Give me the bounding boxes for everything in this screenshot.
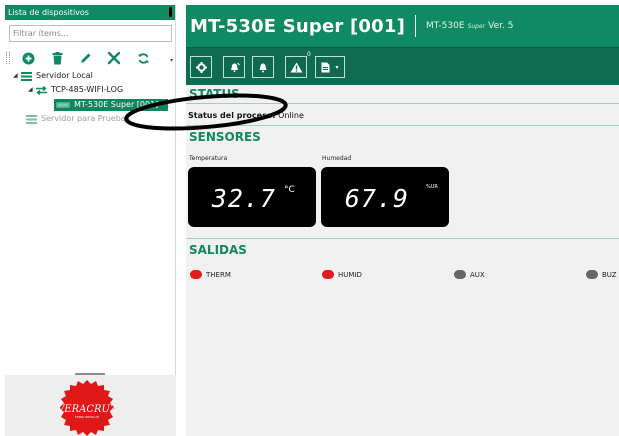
veracruz-logo: VERACRUZ TIENDA VIRTUAL DE [58, 380, 116, 436]
output-led-on [190, 270, 202, 279]
humidity-unit: %UR [426, 184, 438, 190]
warning-count-badge: 0 [307, 51, 311, 58]
device-toolbar: ▾ [5, 46, 175, 70]
humidity-value: 67.9 [344, 184, 409, 213]
panel-title: Lista de dispositivos [5, 5, 175, 20]
output-label: BUZ [602, 270, 617, 279]
sensors-heading: SENSORES [189, 130, 261, 144]
temperature-display: 32.7 °C [188, 167, 316, 227]
output-led-off [454, 270, 466, 279]
output-label: HUMID [338, 270, 362, 279]
tree-item-servidor-pruebas[interactable]: Servidor para Pruebas [26, 113, 130, 125]
temperature-unit: °C [284, 185, 295, 195]
logo-area: VERACRUZ TIENDA VIRTUAL DE [5, 375, 176, 436]
edit-icon[interactable] [77, 50, 93, 66]
filter-input[interactable] [9, 25, 172, 42]
gear-icon [195, 61, 207, 73]
outputs-divider [186, 238, 619, 239]
tree-item-label: Servidor para Pruebas [41, 114, 130, 123]
status-heading: STATUS [189, 87, 240, 101]
toolbar-overflow-icon[interactable]: ▾ [170, 57, 173, 64]
device-detail-panel: MT-530E Super [001] MT-530E Super Ver. 5… [186, 5, 619, 436]
server-icon [26, 114, 37, 124]
pin-icon[interactable] [169, 7, 172, 17]
expand-arrow-icon[interactable]: ◢ [28, 84, 36, 96]
logo-text: VERACRUZ [58, 404, 116, 415]
output-therm: THERM [190, 270, 231, 279]
device-list-panel: Lista de dispositivos ▾ [5, 5, 176, 436]
bell-icon [259, 63, 267, 72]
temperature-value: 32.7 [211, 184, 276, 213]
delete-icon[interactable] [49, 50, 65, 66]
temperature-label: Temperatura [189, 155, 228, 162]
device-header: MT-530E Super [001] MT-530E Super Ver. 5 [186, 5, 619, 47]
document-dropdown-button[interactable]: ▾ [315, 56, 345, 78]
tree-item-label: TCP-485-WIFI-LOG [51, 85, 124, 94]
humidity-display: 67.9 %UR [321, 167, 449, 227]
server-icon [21, 71, 32, 81]
chevron-down-icon: ▾ [335, 63, 339, 71]
toolbar-grip[interactable] [6, 52, 10, 64]
tree-item-device[interactable]: MT-530E Super [001] [54, 99, 168, 111]
refresh-icon[interactable] [135, 50, 151, 66]
logo-subtext: TIENDA VIRTUAL DE [75, 416, 99, 419]
tools-icon[interactable] [106, 50, 122, 66]
tree-item-label: Servidor Local [36, 71, 93, 80]
device-model: MT-530E [426, 21, 465, 31]
status-divider [186, 103, 619, 104]
alarm-button[interactable] [223, 56, 245, 78]
output-humid: HUMID [322, 270, 362, 279]
sensors-divider [186, 125, 619, 126]
device-title: MT-530E Super [001] [190, 15, 405, 37]
output-label: AUX [470, 270, 485, 279]
warning-button[interactable] [285, 56, 307, 78]
warning-icon [290, 62, 302, 72]
output-label: THERM [206, 270, 231, 279]
output-led-off [586, 270, 598, 279]
process-status: Status del proceso: Online [188, 111, 304, 120]
device-toolbar: 0 ▾ [186, 47, 619, 85]
add-icon[interactable] [20, 50, 36, 66]
gear-button[interactable] [190, 56, 212, 78]
panel-title-label: Lista de dispositivos [8, 8, 89, 17]
tree-item-label: MT-530E Super [001] [74, 100, 159, 109]
output-buz: BUZ [586, 270, 617, 279]
header-separator [415, 15, 416, 37]
humidity-label: Humedad [322, 155, 352, 162]
bell-button[interactable] [252, 56, 274, 78]
expand-arrow-icon[interactable]: ◢ [13, 70, 21, 82]
app-window: Lista de dispositivos ▾ [0, 0, 619, 436]
device-version: Ver. 5 [488, 21, 514, 31]
outputs-heading: SALIDAS [189, 243, 247, 257]
tree-item-servidor-local[interactable]: ◢ Servidor Local [13, 70, 93, 82]
device-model-sub: Super [467, 22, 486, 30]
output-aux: AUX [454, 270, 485, 279]
process-status-value: Online [278, 111, 304, 120]
device-icon [56, 102, 70, 108]
connection-icon [36, 85, 47, 95]
document-icon [321, 62, 330, 72]
alarm-icon [230, 62, 240, 72]
process-status-label: Status del proceso: [188, 111, 276, 120]
output-led-on [322, 270, 334, 279]
tree-item-tcp[interactable]: ◢ TCP-485-WIFI-LOG [28, 84, 123, 96]
